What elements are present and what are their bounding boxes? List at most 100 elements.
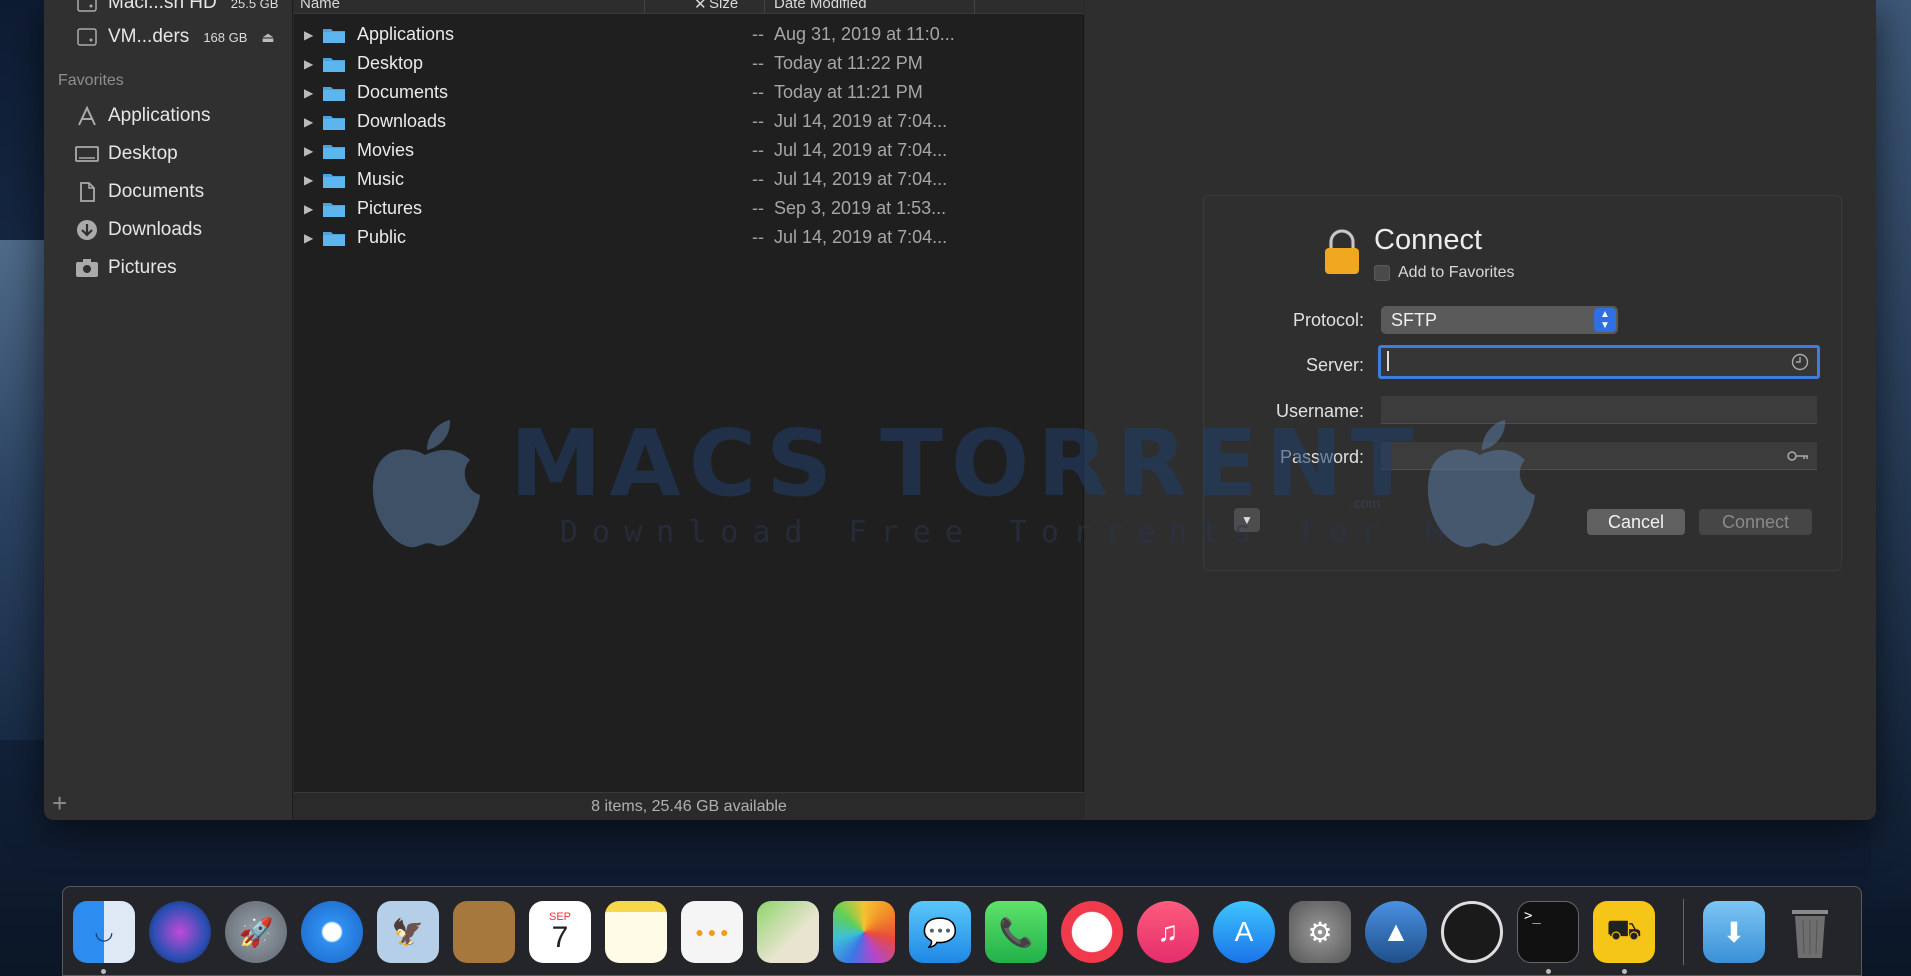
status-bar: 8 items, 25.46 GB available: [294, 792, 1084, 820]
calendar-icon[interactable]: SEP 7: [529, 901, 591, 963]
pictures-icon: [74, 257, 100, 279]
column-name[interactable]: Name: [300, 0, 340, 12]
dock-separator: [1683, 899, 1684, 965]
sidebar-item-pictures[interactable]: Pictures: [74, 253, 177, 283]
folder-icon: [323, 202, 345, 217]
forklift-window: Maci...sh HD 25.5 GB VM...ders 168 GB ⏏ …: [44, 0, 1876, 820]
disclosure-triangle-icon[interactable]: ▶: [304, 202, 313, 216]
password-input[interactable]: [1381, 442, 1817, 470]
file-date: Jul 14, 2019 at 7:04...: [774, 227, 948, 247]
file-size: --: [752, 169, 764, 189]
sidebar-item-applications[interactable]: Applications: [74, 101, 210, 131]
file-date: Jul 14, 2019 at 7:04...: [774, 169, 948, 189]
altitude-icon[interactable]: ▲: [1365, 901, 1427, 963]
file-row[interactable]: ▶ Downloads -- Jul 14, 2019 at 7:04...: [294, 107, 1084, 136]
disclosure-triangle-icon[interactable]: ▶: [304, 86, 313, 100]
downloads-stack-icon[interactable]: ⬇: [1703, 901, 1765, 963]
protocol-label: Protocol:: [1292, 310, 1364, 330]
file-row[interactable]: ▶ Documents -- Today at 11:21 PM: [294, 78, 1084, 107]
trash-icon[interactable]: [1779, 901, 1841, 963]
calendar-day: 7: [551, 921, 569, 954]
file-size: --: [752, 82, 764, 102]
documents-icon: [74, 181, 100, 203]
file-date: Jul 14, 2019 at 7:04...: [774, 140, 948, 160]
facetime-icon[interactable]: 📞: [985, 901, 1047, 963]
reminders-icon[interactable]: ● ● ●: [681, 901, 743, 963]
disclosure-triangle-icon[interactable]: ▶: [304, 173, 313, 187]
safari-icon[interactable]: [301, 901, 363, 963]
key-icon[interactable]: [1787, 442, 1809, 472]
music-icon[interactable]: ♫: [1137, 901, 1199, 963]
password-label: Password:: [1279, 447, 1364, 467]
launchpad-icon[interactable]: 🚀: [225, 901, 287, 963]
notes-icon[interactable]: [605, 901, 667, 963]
mail-icon[interactable]: 🦅: [377, 901, 439, 963]
terminal-icon[interactable]: >_: [1517, 901, 1579, 963]
file-name: Documents: [357, 82, 449, 102]
column-size[interactable]: Size: [709, 0, 738, 12]
chevron-down-icon[interactable]: ▼: [1234, 508, 1260, 532]
file-date: Today at 11:22 PM: [774, 53, 923, 73]
sidebar-item-label: Pictures: [108, 257, 177, 278]
file-size: --: [752, 227, 764, 247]
file-date: Jul 14, 2019 at 7:04...: [774, 111, 948, 131]
photos-icon[interactable]: [833, 901, 895, 963]
file-list-pane: Name ✕ Size Date Modified ▶ Applications -…: [294, 0, 1084, 820]
file-name: Public: [357, 227, 407, 247]
app-store-icon[interactable]: A: [1213, 901, 1275, 963]
server-input[interactable]: [1378, 345, 1820, 379]
file-row[interactable]: ▶ Movies -- Jul 14, 2019 at 7:04...: [294, 136, 1084, 165]
transmit-icon[interactable]: [1441, 901, 1503, 963]
sidebar-item-label: Downloads: [108, 219, 202, 240]
dock: ◡ 🚀 🦅 SEP 7 ● ● ● 💬 📞 ♫ A ⚙ ▲ >_ ⛟ ⬇: [62, 886, 1862, 976]
disclosure-triangle-icon[interactable]: ▶: [304, 28, 313, 42]
disclosure-triangle-icon[interactable]: ▶: [304, 115, 313, 129]
contacts-icon[interactable]: [453, 901, 515, 963]
file-row[interactable]: ▶ Desktop -- Today at 11:22 PM: [294, 49, 1084, 78]
history-clock-icon[interactable]: [1791, 348, 1809, 380]
forklift-icon[interactable]: ⛟: [1593, 901, 1655, 963]
siri-icon[interactable]: [149, 901, 211, 963]
checkbox-label: Add to Favorites: [1398, 264, 1515, 281]
sidebar-section-favorites: Favorites: [58, 72, 124, 89]
file-row[interactable]: ▶ Public -- Jul 14, 2019 at 7:04...: [294, 223, 1084, 252]
sidebar-item-documents[interactable]: Documents: [74, 177, 204, 207]
file-row[interactable]: ▶ Pictures -- Sep 3, 2019 at 1:53...: [294, 194, 1084, 223]
protocol-value: SFTP: [1391, 310, 1438, 330]
sidebar-device-macintosh-hd[interactable]: Maci...sh HD 25.5 GB: [74, 0, 278, 18]
disclosure-triangle-icon[interactable]: ▶: [304, 231, 313, 245]
file-row[interactable]: ▶ Applications -- Aug 31, 2019 at 11:0...: [294, 20, 1084, 49]
sidebar-device-vm[interactable]: VM...ders 168 GB ⏏: [74, 22, 275, 52]
sidebar-item-desktop[interactable]: Desktop: [74, 139, 178, 169]
file-name: Pictures: [357, 198, 423, 218]
sidebar-device-label: VM...ders: [108, 26, 190, 47]
checkbox[interactable]: [1374, 265, 1390, 281]
file-name: Music: [357, 169, 405, 189]
news-icon[interactable]: [1061, 901, 1123, 963]
connect-button[interactable]: Connect: [1699, 509, 1812, 535]
username-input[interactable]: [1381, 396, 1817, 424]
finder-icon[interactable]: ◡: [73, 901, 135, 963]
column-date-modified[interactable]: Date Modified: [774, 0, 867, 12]
disclosure-triangle-icon[interactable]: ▶: [304, 57, 313, 71]
add-to-favorites-checkbox[interactable]: Add to Favorites: [1374, 264, 1515, 282]
maps-icon[interactable]: [757, 901, 819, 963]
updown-arrows-icon: ▲ ▼: [1594, 308, 1616, 332]
eject-icon[interactable]: ⏏: [261, 29, 274, 46]
sidebar-item-label: Documents: [108, 181, 205, 202]
protocol-select[interactable]: SFTP ▲ ▼: [1381, 306, 1618, 334]
sidebar-item-label: Applications: [108, 105, 211, 126]
system-preferences-icon[interactable]: ⚙: [1289, 901, 1351, 963]
desktop-wallpaper-right: [1871, 0, 1911, 900]
downloads-icon: [74, 219, 100, 241]
sidebar-item-downloads[interactable]: Downloads: [74, 215, 202, 245]
folder-icon: [323, 57, 345, 72]
disclosure-triangle-icon[interactable]: ▶: [304, 144, 313, 158]
desktop-icon: [74, 143, 100, 165]
file-name: Movies: [357, 140, 415, 160]
cancel-button[interactable]: Cancel: [1587, 509, 1685, 535]
add-favorite-button[interactable]: +: [52, 790, 67, 816]
file-row[interactable]: ▶ Music -- Jul 14, 2019 at 7:04...: [294, 165, 1084, 194]
messages-icon[interactable]: 💬: [909, 901, 971, 963]
sort-x-icon[interactable]: ✕: [694, 0, 707, 13]
